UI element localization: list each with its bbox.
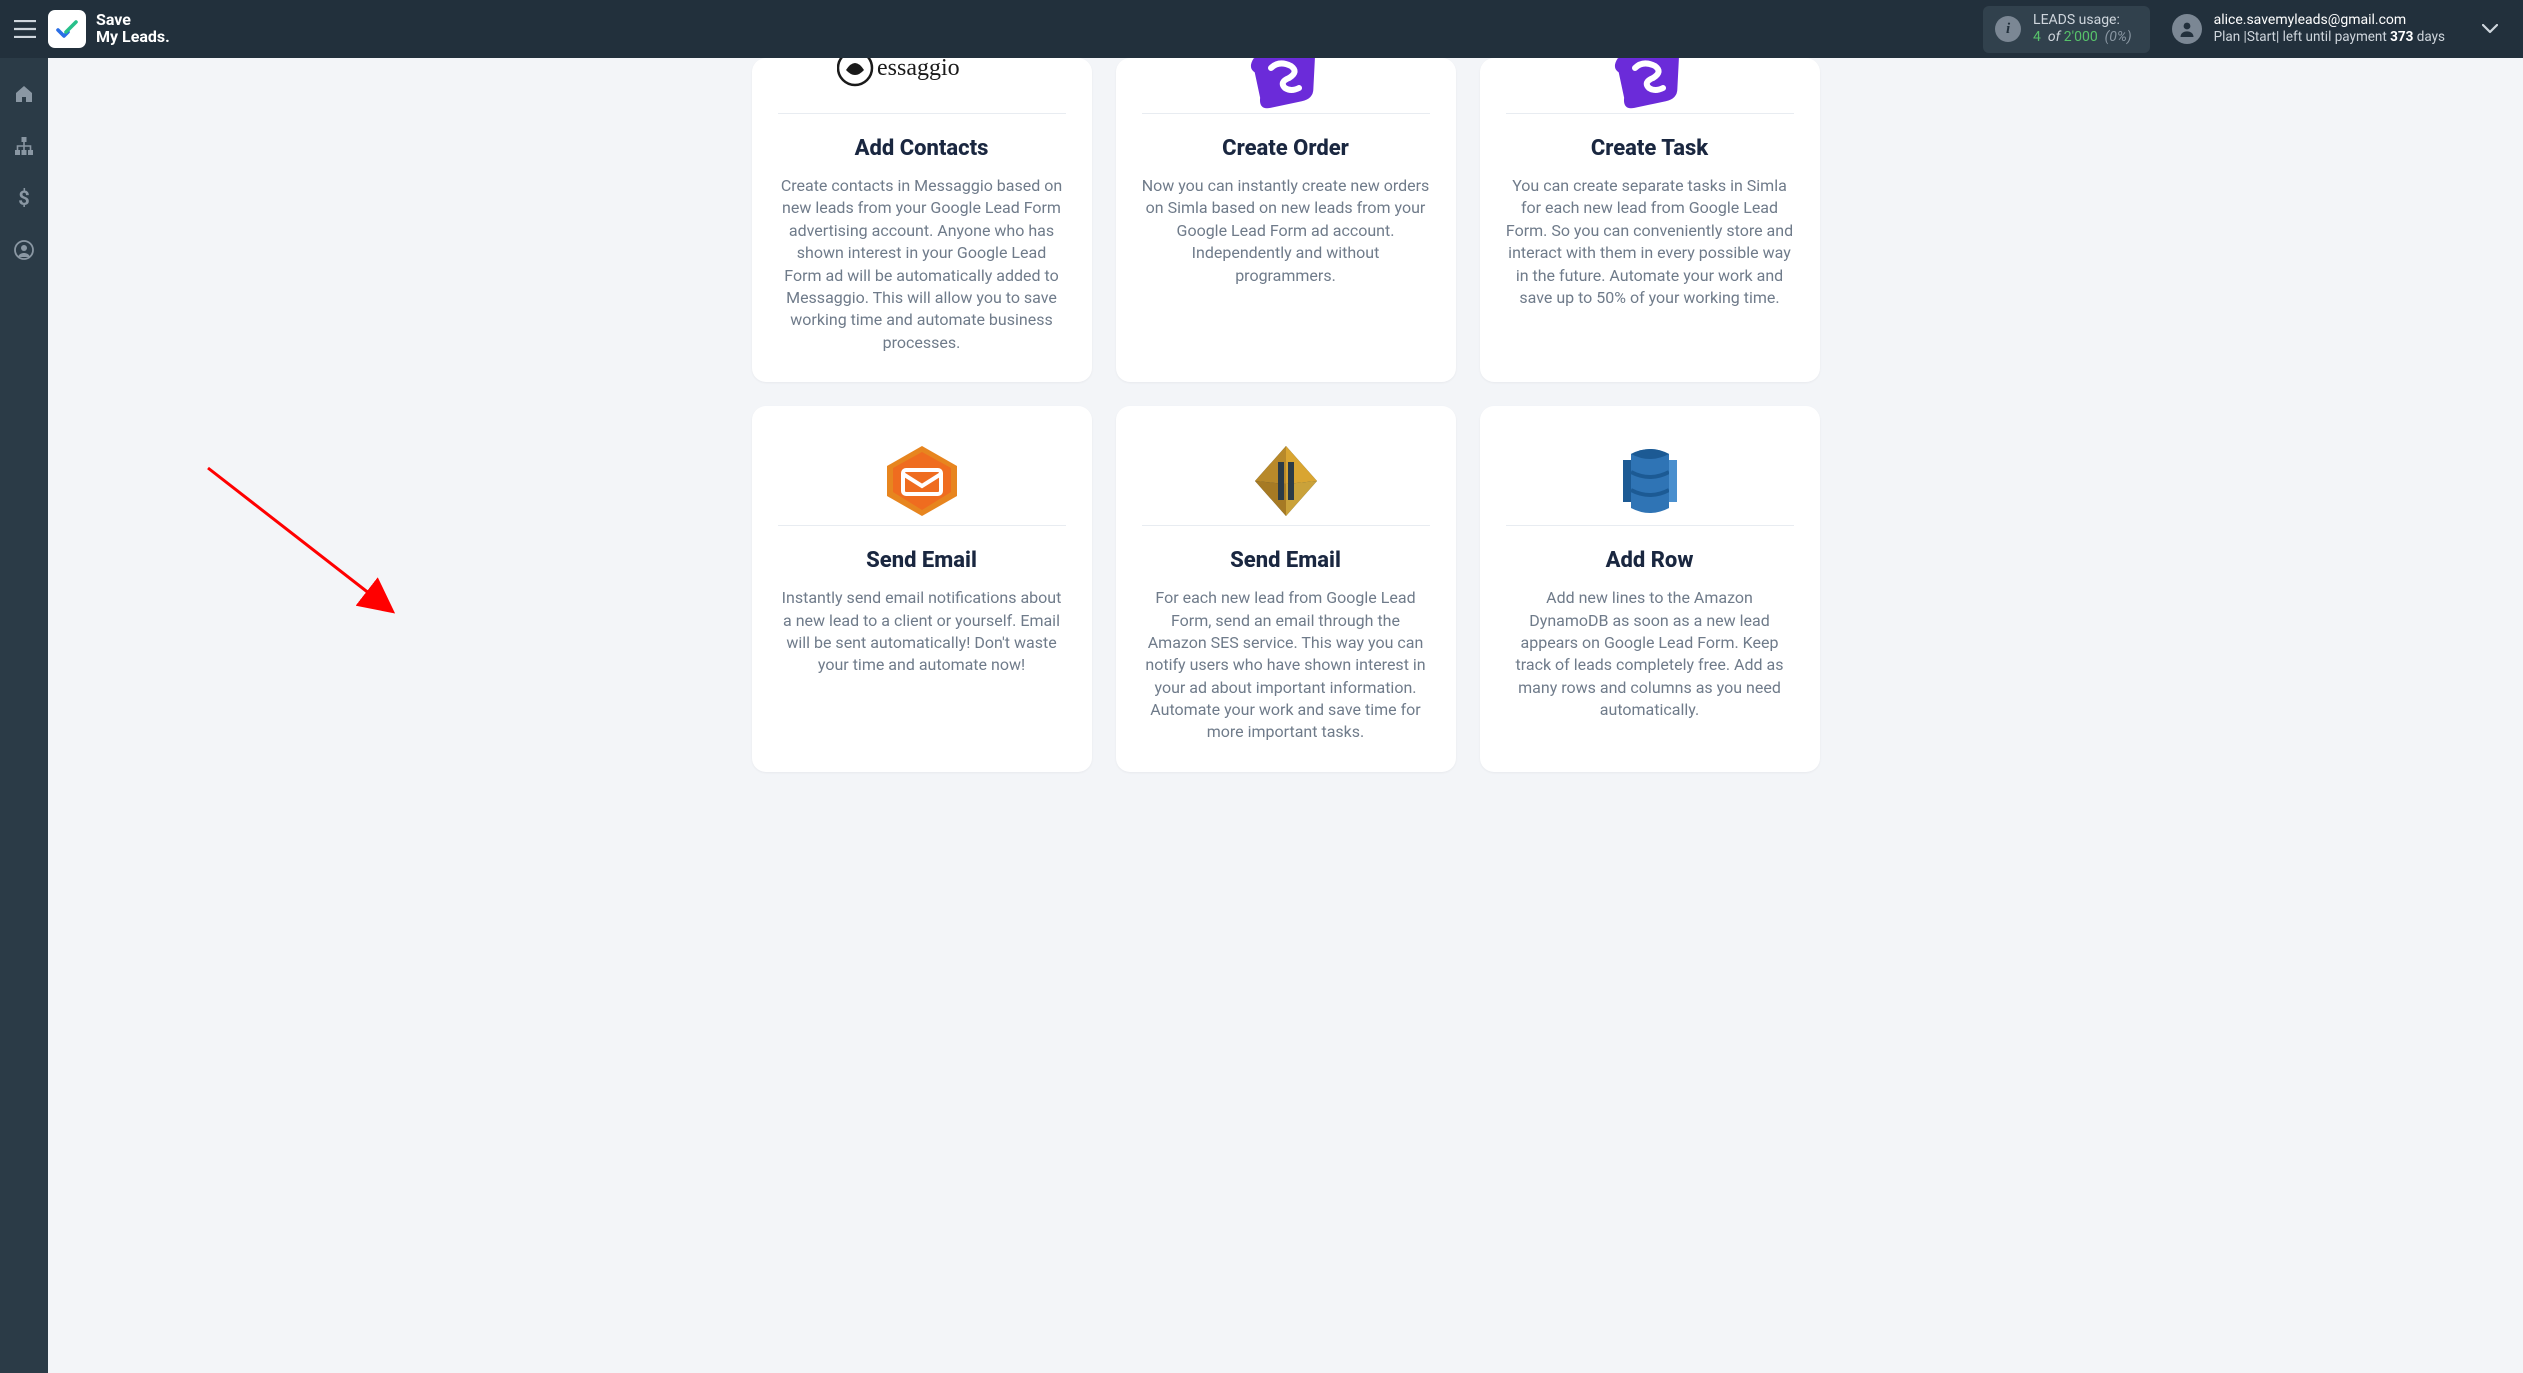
account-plan-line: Plan |Start| left until payment 373 days [2214, 29, 2445, 46]
sidebar-item-home[interactable] [0, 70, 48, 118]
messaggio-logo-icon: essaggio [837, 58, 1007, 106]
brand-text: Save My Leads. [96, 12, 170, 46]
simla-logo-icon [1611, 58, 1689, 114]
integration-card[interactable]: Send Email For each new lead from Google… [1116, 406, 1456, 772]
integration-card[interactable]: Create Task You can create separate task… [1480, 58, 1820, 382]
card-description: Add new lines to the Amazon DynamoDB as … [1506, 587, 1794, 721]
user-avatar-icon [2172, 14, 2202, 44]
leads-used-value: 4 [2033, 29, 2041, 45]
sitemap-icon [14, 136, 34, 156]
amazon-dynamodb-icon [1611, 440, 1689, 522]
leads-usage-pill[interactable]: i LEADS usage: 4 of 2'000 (0%) [1983, 6, 2150, 53]
card-description: Create contacts in Messaggio based on ne… [778, 175, 1066, 354]
sidebar-item-account[interactable] [0, 226, 48, 274]
sml-email-icon [883, 442, 961, 520]
leads-usage-text: LEADS usage: 4 of 2'000 (0%) [2033, 12, 2132, 47]
menu-toggle-button[interactable] [8, 12, 42, 46]
user-icon [14, 240, 34, 260]
card-title: Create Task [1591, 136, 1708, 161]
amazon-ses-icon [1245, 440, 1327, 522]
leads-usage-label: LEADS usage: [2033, 12, 2132, 30]
card-description: Now you can instantly create new orders … [1142, 175, 1430, 287]
account-block[interactable]: alice.savemyleads@gmail.com Plan |Start|… [2172, 12, 2505, 46]
integration-card[interactable]: Add Row Add new lines to the Amazon Dyna… [1480, 406, 1820, 772]
checkmark-icon [48, 10, 86, 48]
svg-text:$: $ [18, 187, 29, 209]
card-title: Send Email [1230, 548, 1341, 573]
info-icon: i [1995, 16, 2021, 42]
card-title: Send Email [866, 548, 977, 573]
hamburger-icon [14, 20, 36, 38]
app-header: Save My Leads. i LEADS usage: 4 of 2'000… [0, 0, 2523, 58]
simla-logo-icon [1247, 58, 1325, 114]
dollar-icon: $ [17, 187, 31, 209]
brand-line2: My Leads. [96, 29, 170, 46]
sidebar-item-integrations[interactable] [0, 122, 48, 170]
integration-card[interactable]: Send Email Instantly send email notifica… [752, 406, 1092, 772]
sidebar-item-billing[interactable]: $ [0, 174, 48, 222]
card-description: Instantly send email notifications about… [778, 587, 1066, 677]
account-menu-toggle[interactable] [2475, 14, 2505, 44]
card-title: Add Contacts [855, 136, 989, 161]
chevron-down-icon [2482, 24, 2498, 34]
sidebar: $ [0, 58, 48, 1373]
card-title: Create Order [1222, 136, 1349, 161]
home-icon [14, 84, 34, 104]
account-text: alice.savemyleads@gmail.com Plan |Start|… [2214, 12, 2445, 46]
integration-card[interactable]: Create Order Now you can instantly creat… [1116, 58, 1456, 382]
brand-logo[interactable]: Save My Leads. [48, 10, 170, 48]
leads-total-value: 2'000 [2064, 29, 2098, 45]
svg-text:essaggio: essaggio [877, 58, 960, 81]
integration-card[interactable]: essaggio Add Contacts Create contacts in… [752, 58, 1092, 382]
card-description: You can create separate tasks in Simla f… [1506, 175, 1794, 309]
main-content: essaggio Add Contacts Create contacts in… [48, 58, 2523, 1373]
account-email: alice.savemyleads@gmail.com [2214, 12, 2445, 30]
annotation-arrow-icon [198, 458, 418, 638]
card-description: For each new lead from Google Lead Form,… [1142, 587, 1430, 744]
card-title: Add Row [1606, 548, 1694, 573]
